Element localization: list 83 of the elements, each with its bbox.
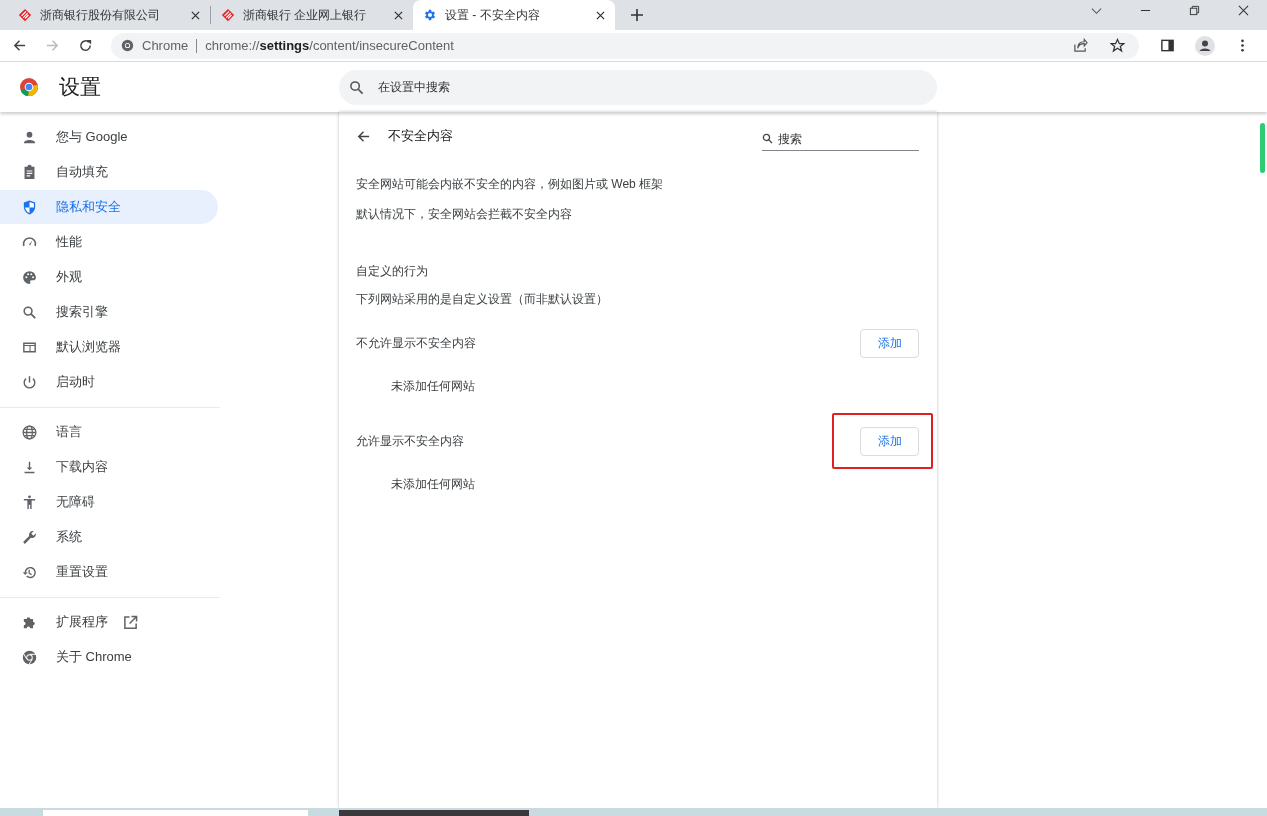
browser-tab[interactable]: 设置 - 不安全内容: [413, 0, 615, 30]
side-panel-icon[interactable]: [1160, 38, 1175, 53]
sidebar-item[interactable]: 性能: [0, 225, 218, 259]
sidebar-item[interactable]: 语言: [0, 415, 218, 449]
url-text: chrome://settings/content/insecureContent: [205, 38, 454, 53]
tab-title: 设置 - 不安全内容: [445, 6, 541, 24]
address-bar[interactable]: Chrome chrome://settings/content/insecureContent: [111, 32, 1139, 59]
sidebar-label: 下载内容: [56, 458, 108, 476]
page-title: 设置: [59, 74, 101, 100]
site-label: Chrome: [142, 38, 189, 53]
accessibility-icon: [21, 493, 38, 511]
sidebar-label: 隐私和安全: [56, 198, 121, 216]
description-text: 安全网站可能会内嵌不安全的内容，例如图片或 Web 框架: [356, 176, 665, 193]
subpage-title: 不安全内容: [388, 127, 453, 145]
sidebar-label: 系统: [56, 528, 82, 546]
sidebar-label: 外观: [56, 268, 82, 286]
reload-icon[interactable]: [78, 38, 93, 53]
sidebar-item[interactable]: 下载内容: [0, 450, 218, 484]
list-title: 允许显示不安全内容: [356, 432, 464, 450]
list-title: 不允许显示不安全内容: [356, 334, 476, 352]
tab-title: 浙商银行 企业网上银行: [243, 6, 368, 24]
close-icon[interactable]: [191, 10, 200, 20]
plus-icon[interactable]: [631, 9, 643, 21]
sidebar-label: 无障碍: [56, 493, 95, 511]
sidebar-item[interactable]: 重置设置: [0, 555, 218, 589]
close-icon[interactable]: [596, 10, 605, 20]
section-subtitle: 下列网站采用的是自定义设置（而非默认设置）: [356, 291, 609, 308]
settings-icon: [423, 8, 437, 22]
sidebar-label: 启动时: [56, 373, 95, 391]
share-icon[interactable]: [1073, 38, 1088, 53]
browser-tab[interactable]: 浙商银行股份有限公司: [8, 0, 210, 30]
palette-icon: [21, 268, 38, 286]
sidebar-item[interactable]: 外观: [0, 260, 218, 294]
sidebar-item[interactable]: 无障碍: [0, 485, 218, 519]
sidebar-label: 性能: [56, 233, 82, 251]
browser-tab[interactable]: 浙商银行 企业网上银行: [211, 0, 413, 30]
close-icon[interactable]: [394, 10, 403, 20]
search-icon: [762, 133, 773, 144]
add-button[interactable]: 添加: [860, 426, 919, 456]
sidebar-item[interactable]: 系统: [0, 520, 218, 554]
chrome-logo-icon: [19, 77, 39, 97]
sidebar-item[interactable]: 扩展程序: [0, 605, 218, 639]
tab-title: 浙商银行股份有限公司: [40, 6, 161, 24]
bank-logo-icon: [221, 8, 235, 22]
description-text: 默认情况下，安全网站会拦截不安全内容: [356, 206, 573, 223]
sidebar-label: 您与 Google: [56, 128, 128, 146]
sidebar-label: 重置设置: [56, 563, 108, 581]
sidebar-item[interactable]: 默认浏览器: [0, 330, 218, 364]
sidebar-item[interactable]: 隐私和安全: [0, 190, 218, 224]
star-icon[interactable]: [1110, 38, 1125, 53]
external-link-icon: [123, 614, 138, 630]
empty-list-text: 未添加任何网站: [390, 378, 476, 395]
sidebar-label: 关于 Chrome: [56, 648, 132, 666]
search-field[interactable]: 搜索: [762, 127, 919, 151]
add-button[interactable]: 添加: [860, 328, 919, 358]
bank-logo-icon: [18, 8, 32, 22]
search-icon: [21, 303, 38, 321]
power-icon: [21, 373, 38, 391]
search-icon: [349, 79, 364, 95]
sidebar-item[interactable]: 搜索引擎: [0, 295, 218, 329]
chrome-logo-icon: [121, 39, 134, 52]
scrollbar-thumb[interactable]: [1260, 123, 1265, 173]
chevron-down-icon[interactable]: [1091, 5, 1102, 16]
settings-search-field[interactable]: 在设置中搜索: [339, 69, 937, 105]
back-arrow-icon[interactable]: [12, 38, 27, 53]
globe-icon: [21, 423, 38, 441]
section-heading: 自定义的行为: [356, 263, 429, 280]
empty-list-text: 未添加任何网站: [390, 476, 476, 493]
shield-icon: [21, 198, 38, 216]
wrench-icon: [21, 528, 38, 546]
profile-avatar-icon[interactable]: [1195, 35, 1215, 56]
sidebar-item[interactable]: 启动时: [0, 365, 218, 399]
sidebar-label: 默认浏览器: [56, 338, 121, 356]
sidebar-label: 扩展程序: [56, 613, 108, 631]
sidebar-label: 语言: [56, 423, 82, 441]
restore-icon[interactable]: [1189, 5, 1200, 16]
close-icon[interactable]: [1238, 5, 1249, 16]
sidebar-item[interactable]: 自动填充: [0, 155, 218, 189]
sidebar-label: 自动填充: [56, 163, 108, 181]
sidebar-item[interactable]: 您与 Google: [0, 120, 218, 154]
sidebar-label: 搜索引擎: [56, 303, 108, 321]
sidebar-item[interactable]: 关于 Chrome: [0, 640, 218, 674]
chrome-icon: [21, 648, 38, 666]
